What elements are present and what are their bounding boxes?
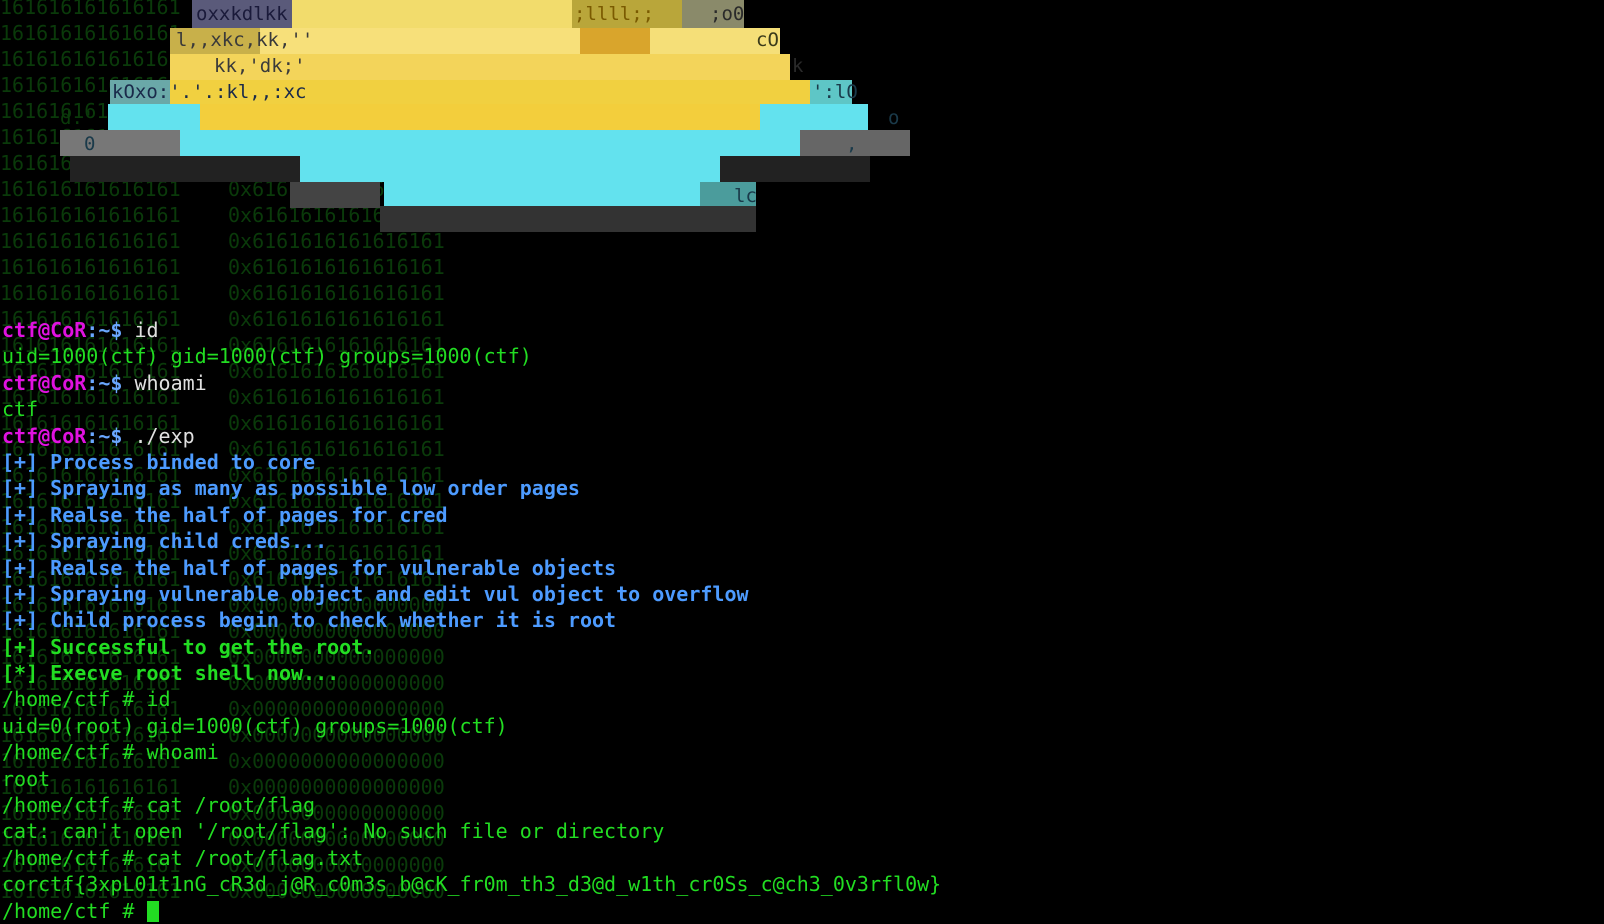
terminal-line: [+] Child process begin to check whether… [2,607,941,633]
terminal-line: corctf{3xpL01t1nG_cR3d_j@R_c0m3s_b@cK_fr… [2,871,941,897]
terminal-line: cat: can't open '/root/flag': No such fi… [2,818,941,844]
terminal-cursor[interactable] [146,900,159,922]
terminal-line: root [2,766,941,792]
root-prompt: /home/ctf # [2,687,135,712]
art-fragment: lc [734,185,757,207]
terminal-line: [*] Execve root shell now... [2,660,941,686]
art-fragment: cO [756,29,779,51]
terminal-line: [+] Process binded to core [2,449,941,475]
art-fragment: kOxo:'.'.:kl,,:xc [112,81,306,103]
command-text: whoami [134,740,219,765]
status-message: [+] Spraying as many as possible low ord… [2,476,580,501]
prompt-user: ctf@CoR [2,370,87,395]
output-text: cat: can't open '/root/flag': No such fi… [2,819,665,844]
root-prompt: /home/ctf # [2,740,135,765]
output-text: uid=1000(ctf) gid=1000(ctf) groups=1000(… [2,344,532,369]
root-prompt: /home/ctf # [2,898,135,923]
prompt-path: :~$ [86,318,123,342]
output-text: ctf [2,397,39,422]
terminal-line: [+] Spraying as many as possible low ord… [2,475,941,501]
terminal-line: uid=1000(ctf) gid=1000(ctf) groups=1000(… [2,343,941,369]
art-fragment: l,,xkc,kk,'' [176,29,313,51]
art-fragment: 0 [84,133,95,155]
art-fragment: ;o0 [710,3,744,25]
output-text: corctf{3xpL01t1nG_cR3d_j@R_c0m3s_b@cK_fr… [2,872,942,897]
prompt-user: ctf@CoR [2,423,87,448]
hexdump-left-text: 161616161616161 [0,281,181,305]
hexdump-value-text: 0x6161616161616161 [228,281,445,305]
terminal-line: /home/ctf # cat /root/flag.txt [2,845,941,871]
terminal-line: [+] Successful to get the root. [2,634,941,660]
prompt-user: ctf@CoR [2,318,87,342]
prompt-path: :~$ [86,370,123,395]
art-fragment: ':lO [812,81,858,103]
art-fragment: ;llll;; [574,3,654,25]
status-message: [+] Spraying child creds... [2,529,328,554]
terminal-line: /home/ctf # cat /root/flag [2,792,941,818]
command-text: whoami [122,370,207,395]
status-message: [+] Successful to get the root. [2,634,376,659]
command-text [134,899,146,923]
art-fragment: k [792,55,804,77]
root-prompt: /home/ctf # [2,845,135,870]
prompt-path: :~$ [86,423,123,448]
status-message: [+] Child process begin to check whether… [2,608,617,633]
command-text: cat /root/flag.txt [134,845,364,870]
terminal-line: /home/ctf # whoami [2,739,941,765]
terminal-line: ctf@CoR:~$ ./exp [2,423,941,449]
art-fragment: oxxkdlkk [196,3,288,25]
output-text: root [2,766,51,791]
status-message: [+] Realse the half of pages for vulnera… [2,555,617,580]
hexdump-value-text: 0x6161616161616161 [228,255,445,279]
status-message: [+] Realse the half of pages for cred [2,502,448,527]
terminal-line: ctf@CoR:~$ whoami [2,370,941,396]
art-fragment: o [888,107,899,129]
terminal-line: /home/ctf # [2,898,941,924]
command-text: ./exp [122,423,195,448]
terminal-line: /home/ctf # id [2,686,941,712]
status-message: [+] Process binded to core [2,449,316,474]
terminal-line: ctf [2,396,941,422]
status-message: [+] Spraying vulnerable object and edit … [2,581,749,606]
art-fragment: kk,'dk;' [214,55,306,77]
ascii-art-banner: oxxkdlkk ;llll;; ;o0 l,,xkc,kk,'' cO kk,… [60,0,910,232]
root-prompt: /home/ctf # [2,793,135,818]
command-text: id [122,318,159,342]
terminal-line: uid=0(root) gid=1000(ctf) groups=1000(ct… [2,713,941,739]
command-text: cat /root/flag [134,793,316,818]
terminal-output[interactable]: ctf@CoR:~$ id uid=1000(ctf) gid=1000(ctf)… [2,317,941,924]
terminal-line: [+] Realse the half of pages for cred [2,502,941,528]
terminal-line: [+] Spraying child creds... [2,528,941,554]
terminal-line: ctf@CoR:~$ id [2,317,941,343]
output-text: uid=0(root) gid=1000(ctf) groups=1000(ct… [2,713,508,738]
terminal-line: [+] Realse the half of pages for vulnera… [2,555,941,581]
art-fragment: , [846,133,857,155]
art-fragment: d.' [60,107,94,129]
hexdump-left-text: 161616161616161 [0,255,181,279]
terminal-line: [+] Spraying vulnerable object and edit … [2,581,941,607]
command-text: id [134,687,171,712]
status-message: [*] Execve root shell now... [2,661,340,686]
